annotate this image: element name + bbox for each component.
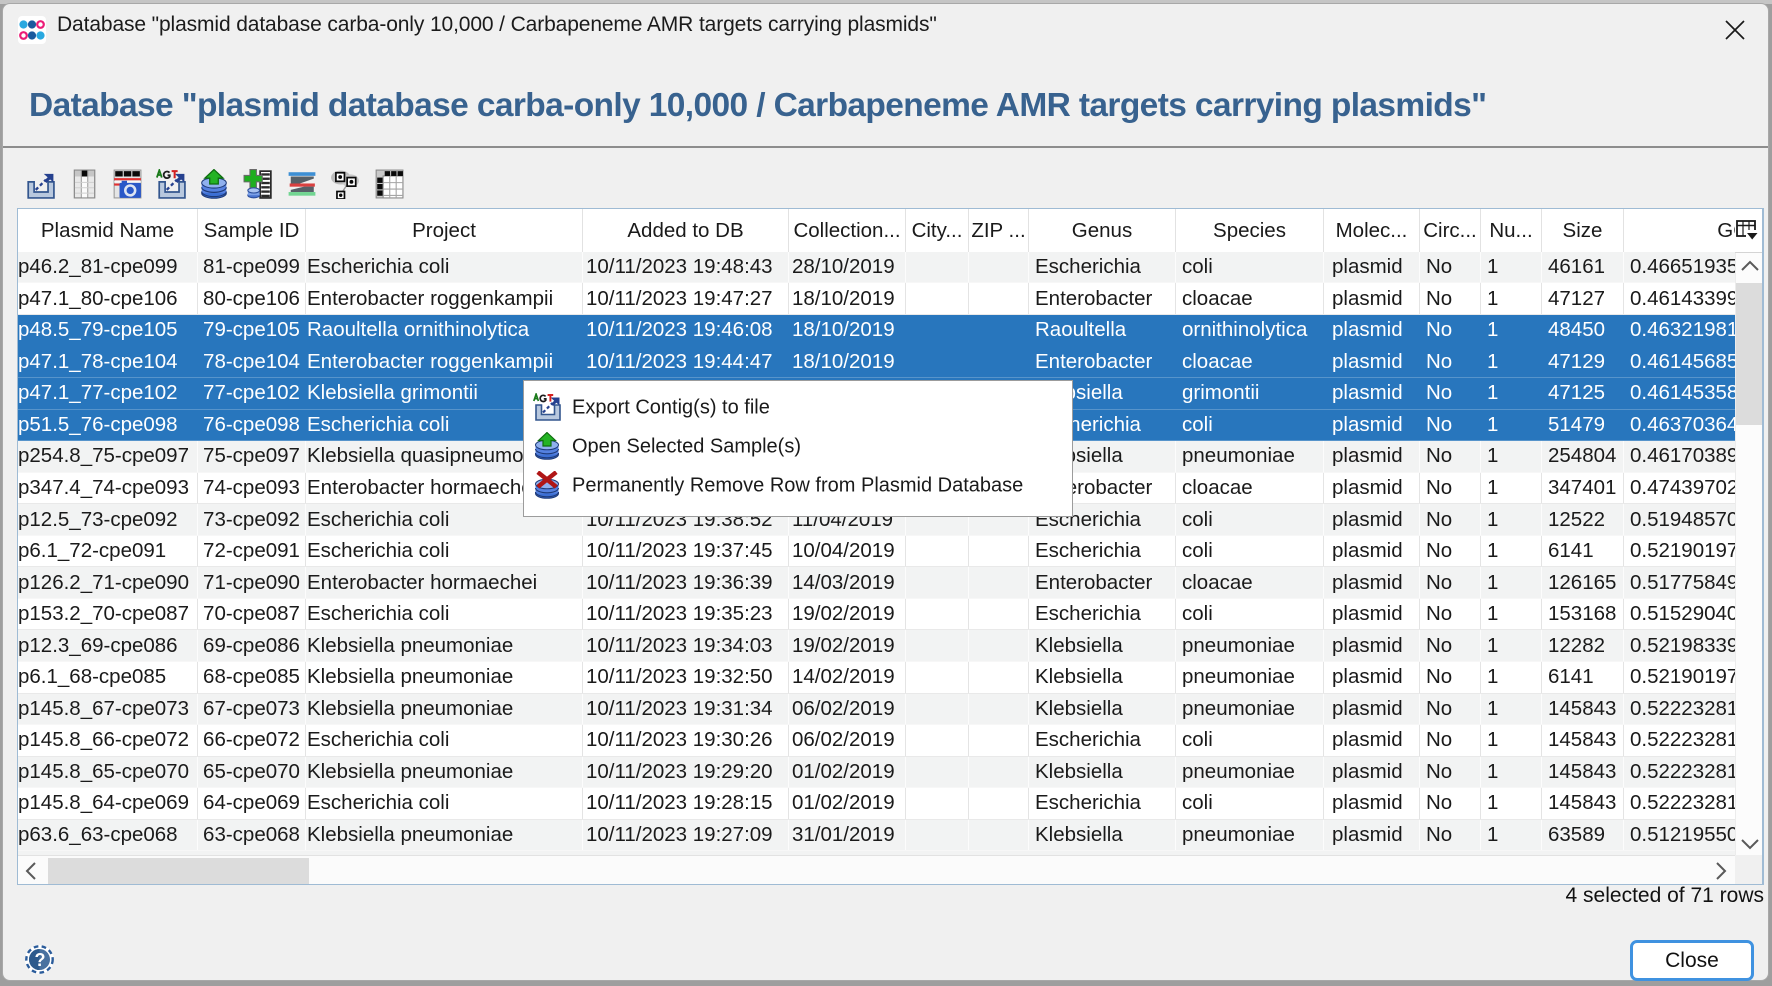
svg-text:?: ? [35, 950, 46, 970]
